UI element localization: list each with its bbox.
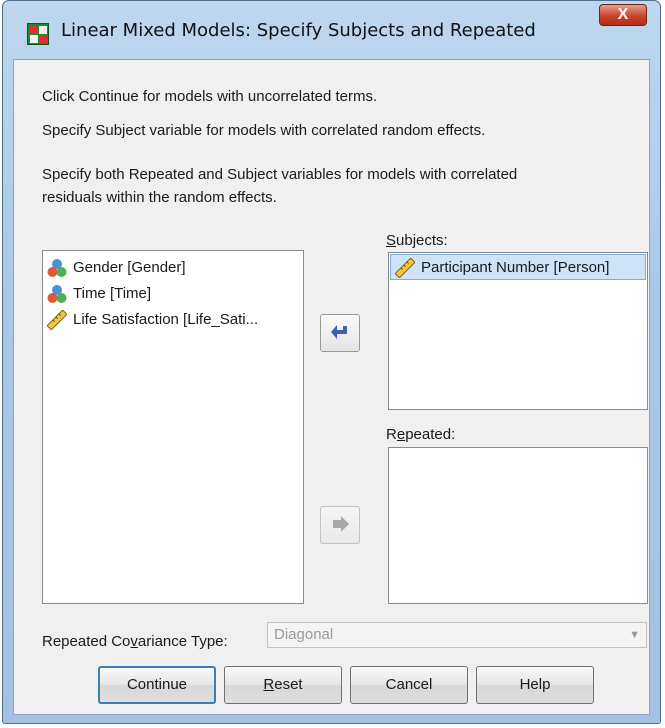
scale-variable-icon [47,310,67,330]
variable-item-life-satisfaction[interactable]: Life Satisfaction [Life_Sati... [43,307,303,333]
help-button[interactable]: Help [476,666,594,704]
variable-list[interactable]: Gender [Gender] Time [Time] Life Satisfa… [42,250,304,604]
instruction-line-2: Specify Subject variable for models with… [42,122,486,139]
nominal-variable-icon [47,285,67,303]
nominal-variable-icon [47,259,67,277]
dialog-body: Click Continue for models with uncorrela… [13,59,650,715]
right-arrow-icon [333,516,349,532]
move-to-repeated-button[interactable] [320,506,360,544]
repeated-list[interactable] [388,447,648,604]
subject-label: Participant Number [Person] [421,259,610,276]
covariance-type-label: Repeated Covariance Type: [42,633,228,650]
app-icon [27,23,49,45]
instruction-line-1: Click Continue for models with uncorrela… [42,88,378,105]
continue-button[interactable]: Continue [98,666,216,704]
repeated-label: Repeated: [386,426,456,443]
reset-button[interactable]: Reset [224,666,342,704]
subjects-label: Subjects: [386,232,448,249]
variable-item-time[interactable]: Time [Time] [43,281,303,307]
title-bar[interactable]: Linear Mixed Models: Specify Subjects an… [3,1,660,59]
cancel-button[interactable]: Cancel [350,666,468,704]
variable-label: Life Satisfaction [Life_Sati... [73,311,259,328]
subjects-list[interactable]: Participant Number [Person] [388,252,648,410]
close-button[interactable]: X [599,4,647,26]
chevron-down-icon: ▼ [629,629,640,641]
covariance-type-value: Diagonal [274,626,334,643]
covariance-type-select[interactable]: Diagonal ▼ [267,622,647,648]
instruction-line-3: Specify both Repeated and Subject variab… [42,166,518,183]
scale-variable-icon [395,258,415,278]
move-to-subjects-button[interactable] [320,314,360,352]
dialog-window: Linear Mixed Models: Specify Subjects an… [2,0,661,724]
variable-label: Time [Time] [73,285,152,302]
subjects-item-participant-number[interactable]: Participant Number [Person] [390,254,646,280]
close-icon: X [617,6,629,23]
variable-item-gender[interactable]: Gender [Gender] [43,255,303,281]
window-title: Linear Mixed Models: Specify Subjects an… [61,20,536,41]
left-arrow-icon [331,325,347,339]
instruction-line-4: residuals within the random effects. [42,189,277,206]
variable-label: Gender [Gender] [73,259,186,276]
